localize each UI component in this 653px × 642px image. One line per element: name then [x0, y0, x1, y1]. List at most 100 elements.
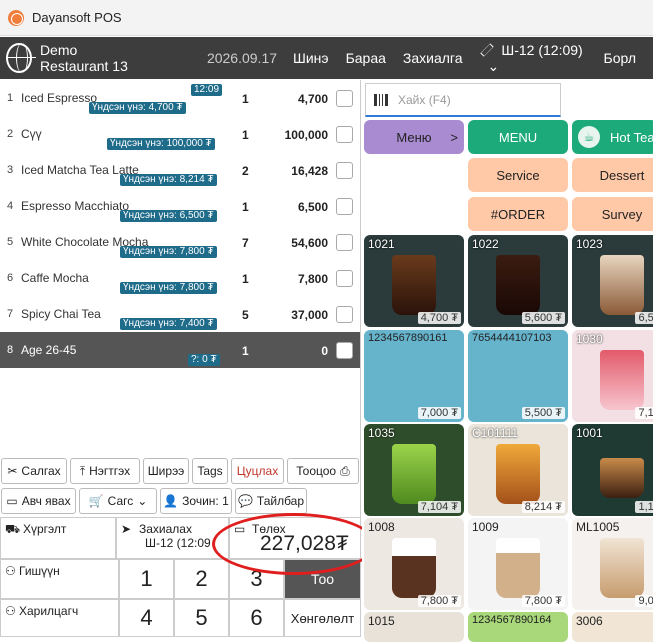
product-tile[interactable]: 1001 1,100	[572, 424, 653, 516]
member-label: Гишүүн	[19, 564, 60, 578]
nav-products[interactable]: Бараа	[346, 50, 386, 66]
cup-icon: ☕	[578, 126, 600, 148]
row-checkbox[interactable]	[336, 126, 353, 143]
table-selector[interactable]: Ш-12 (12:09) ⌄	[479, 42, 587, 75]
customer-label: Харилцагч	[19, 604, 79, 618]
order-row-selected[interactable]: 8 Age 26-45 ?: 0 ₮ 1 0	[0, 332, 360, 368]
nav-more[interactable]: Борл	[604, 50, 636, 66]
product-tile[interactable]: 1015	[364, 612, 464, 642]
product-tile[interactable]: C101111 8,214 ₮	[468, 424, 568, 516]
category-menu[interactable]: MENU	[468, 120, 568, 154]
bag-icon: ▭	[6, 494, 18, 508]
order-row[interactable]: 7 Spicy Chai Tea Үндсэн үнэ: 7,400 ₮ 5 3…	[0, 296, 360, 332]
product-tile[interactable]: 1008 7,800 ₮	[364, 518, 464, 610]
tags-button[interactable]: Tags	[192, 458, 228, 484]
product-code: 1009	[472, 520, 499, 534]
base-price-badge: Үндсэн үнэ: 4,700 ₮	[89, 102, 186, 114]
base-price-badge: Үндсэн үнэ: 100,000 ₮	[107, 138, 215, 150]
product-tile[interactable]: 1021 4,700 ₮	[364, 235, 464, 327]
category-survey[interactable]: Survey	[572, 197, 653, 231]
drink-image	[392, 444, 436, 504]
delivery-button[interactable]: ⛟ Хүргэлт	[0, 517, 116, 559]
order-row[interactable]: 2 Сүү Үндсэн үнэ: 100,000 ₮ 1 100,000	[0, 116, 360, 152]
key-4[interactable]: 4	[119, 599, 174, 637]
order-row[interactable]: 3 Iced Matcha Tea Latte Үндсэн үнэ: 8,21…	[0, 152, 360, 188]
product-tile[interactable]: 7654444107103 5,500 ₮	[468, 330, 568, 422]
checkout-button[interactable]: Тооцоо ⎙	[287, 458, 359, 484]
cart-button[interactable]: 🛒 Сагс ⌄	[79, 488, 157, 514]
drink-image	[600, 255, 644, 315]
category-order[interactable]: #ORDER	[468, 197, 568, 231]
product-tile[interactable]: 1009 7,800 ₮	[468, 518, 568, 610]
send-icon: ➤	[121, 522, 132, 536]
member-icon: ⚇	[5, 564, 16, 578]
product-tile[interactable]: 1234567890161 7,000 ₮	[364, 330, 464, 422]
row-checkbox[interactable]	[336, 162, 353, 179]
row-checkbox[interactable]	[336, 90, 353, 107]
key-2[interactable]: 2	[174, 559, 229, 599]
member-button[interactable]: ⚇ Гишүүн	[0, 559, 119, 599]
merge-button[interactable]: ⤒ Нэгтгэх	[70, 458, 140, 484]
user-icon: 👤	[163, 494, 179, 508]
nav-orders[interactable]: Захиалга	[403, 50, 463, 66]
item-name: Сүү	[21, 127, 42, 141]
order-row[interactable]: 1 Iced Espresso 12:09 Үндсэн үнэ: 4,700 …	[0, 80, 360, 116]
item-amount: 54,600	[291, 236, 328, 250]
note-button[interactable]: 💬 Тайлбар	[235, 488, 307, 514]
item-amount: 37,000	[291, 308, 328, 322]
product-price: 1,100	[635, 501, 653, 513]
customer-button[interactable]: ⚇ Харилцагч	[0, 599, 119, 637]
split-button[interactable]: ✂ Салгах	[1, 458, 67, 484]
order-row[interactable]: 6 Caffe Mocha Үндсэн үнэ: 7,800 ₮ 1 7,80…	[0, 260, 360, 296]
product-code: 1008	[368, 520, 395, 534]
drink-image	[496, 444, 540, 504]
product-tile[interactable]: 1030 7,104	[572, 330, 653, 422]
base-price-badge: ?: 0 ₮	[188, 354, 220, 366]
product-tile[interactable]: 3006	[572, 612, 653, 642]
product-tile[interactable]: 1234567890164	[468, 612, 568, 642]
key-5[interactable]: 5	[174, 599, 229, 637]
product-tile[interactable]: 1022 5,600 ₮	[468, 235, 568, 327]
product-price: 6,500	[635, 312, 653, 324]
product-code: 3006	[576, 614, 603, 628]
order-row[interactable]: 5 White Chocolate Mocha Үндсэн үнэ: 7,80…	[0, 224, 360, 260]
row-checkbox[interactable]	[336, 270, 353, 287]
category-hot-tea[interactable]: ☕ Hot Tea	[572, 120, 653, 154]
row-checkbox[interactable]	[336, 342, 353, 359]
key-6[interactable]: 6	[229, 599, 284, 637]
window-titlebar: Dayansoft POS	[0, 0, 653, 36]
item-amount: 16,428	[291, 164, 328, 178]
nav-new[interactable]: Шинэ	[293, 50, 329, 66]
guest-button[interactable]: 👤 Зочин: 1	[160, 488, 232, 514]
category-dessert[interactable]: Dessert	[572, 158, 653, 192]
product-tile[interactable]: ML1005 9,000	[572, 518, 653, 610]
key-1[interactable]: 1	[119, 559, 174, 599]
item-name: Espresso Macchiato	[21, 199, 130, 213]
search-input[interactable]: Хайх (F4)	[365, 83, 561, 117]
restaurant-name: Demo Restaurant 13	[39, 42, 128, 74]
takeaway-label: Авч явах	[21, 494, 71, 508]
category-menu-back[interactable]: Меню >	[364, 120, 464, 154]
globe-icon[interactable]	[6, 43, 36, 73]
product-tile[interactable]: 1023 6,500	[572, 235, 653, 327]
row-checkbox[interactable]	[336, 306, 353, 323]
window-title: Dayansoft POS	[32, 10, 122, 25]
product-code: 1015	[368, 614, 395, 628]
row-checkbox[interactable]	[336, 198, 353, 215]
discount-button[interactable]: Хөнгөлөлт	[284, 599, 361, 637]
app-icon	[8, 9, 24, 26]
table-button[interactable]: Ширээ	[143, 458, 189, 484]
row-checkbox[interactable]	[336, 234, 353, 251]
cancel-button[interactable]: Цуцлах	[231, 458, 284, 484]
row-index: 4	[7, 200, 14, 212]
scissors-icon: ✂	[7, 464, 18, 478]
menu-left-label: Меню	[396, 129, 432, 145]
order-submit-button[interactable]: ➤ Захиалах Ш-12 (12:09	[116, 517, 229, 559]
product-code: 1035	[368, 426, 395, 440]
order-row[interactable]: 4 Espresso Macchiato Үндсэн үнэ: 6,500 ₮…	[0, 188, 360, 224]
takeaway-button[interactable]: ▭ Авч явах	[1, 488, 76, 514]
product-tile[interactable]: 1035 7,104 ₮	[364, 424, 464, 516]
category-service[interactable]: Service	[468, 158, 568, 192]
drink-image	[392, 255, 436, 315]
product-code: 1021	[368, 237, 395, 251]
